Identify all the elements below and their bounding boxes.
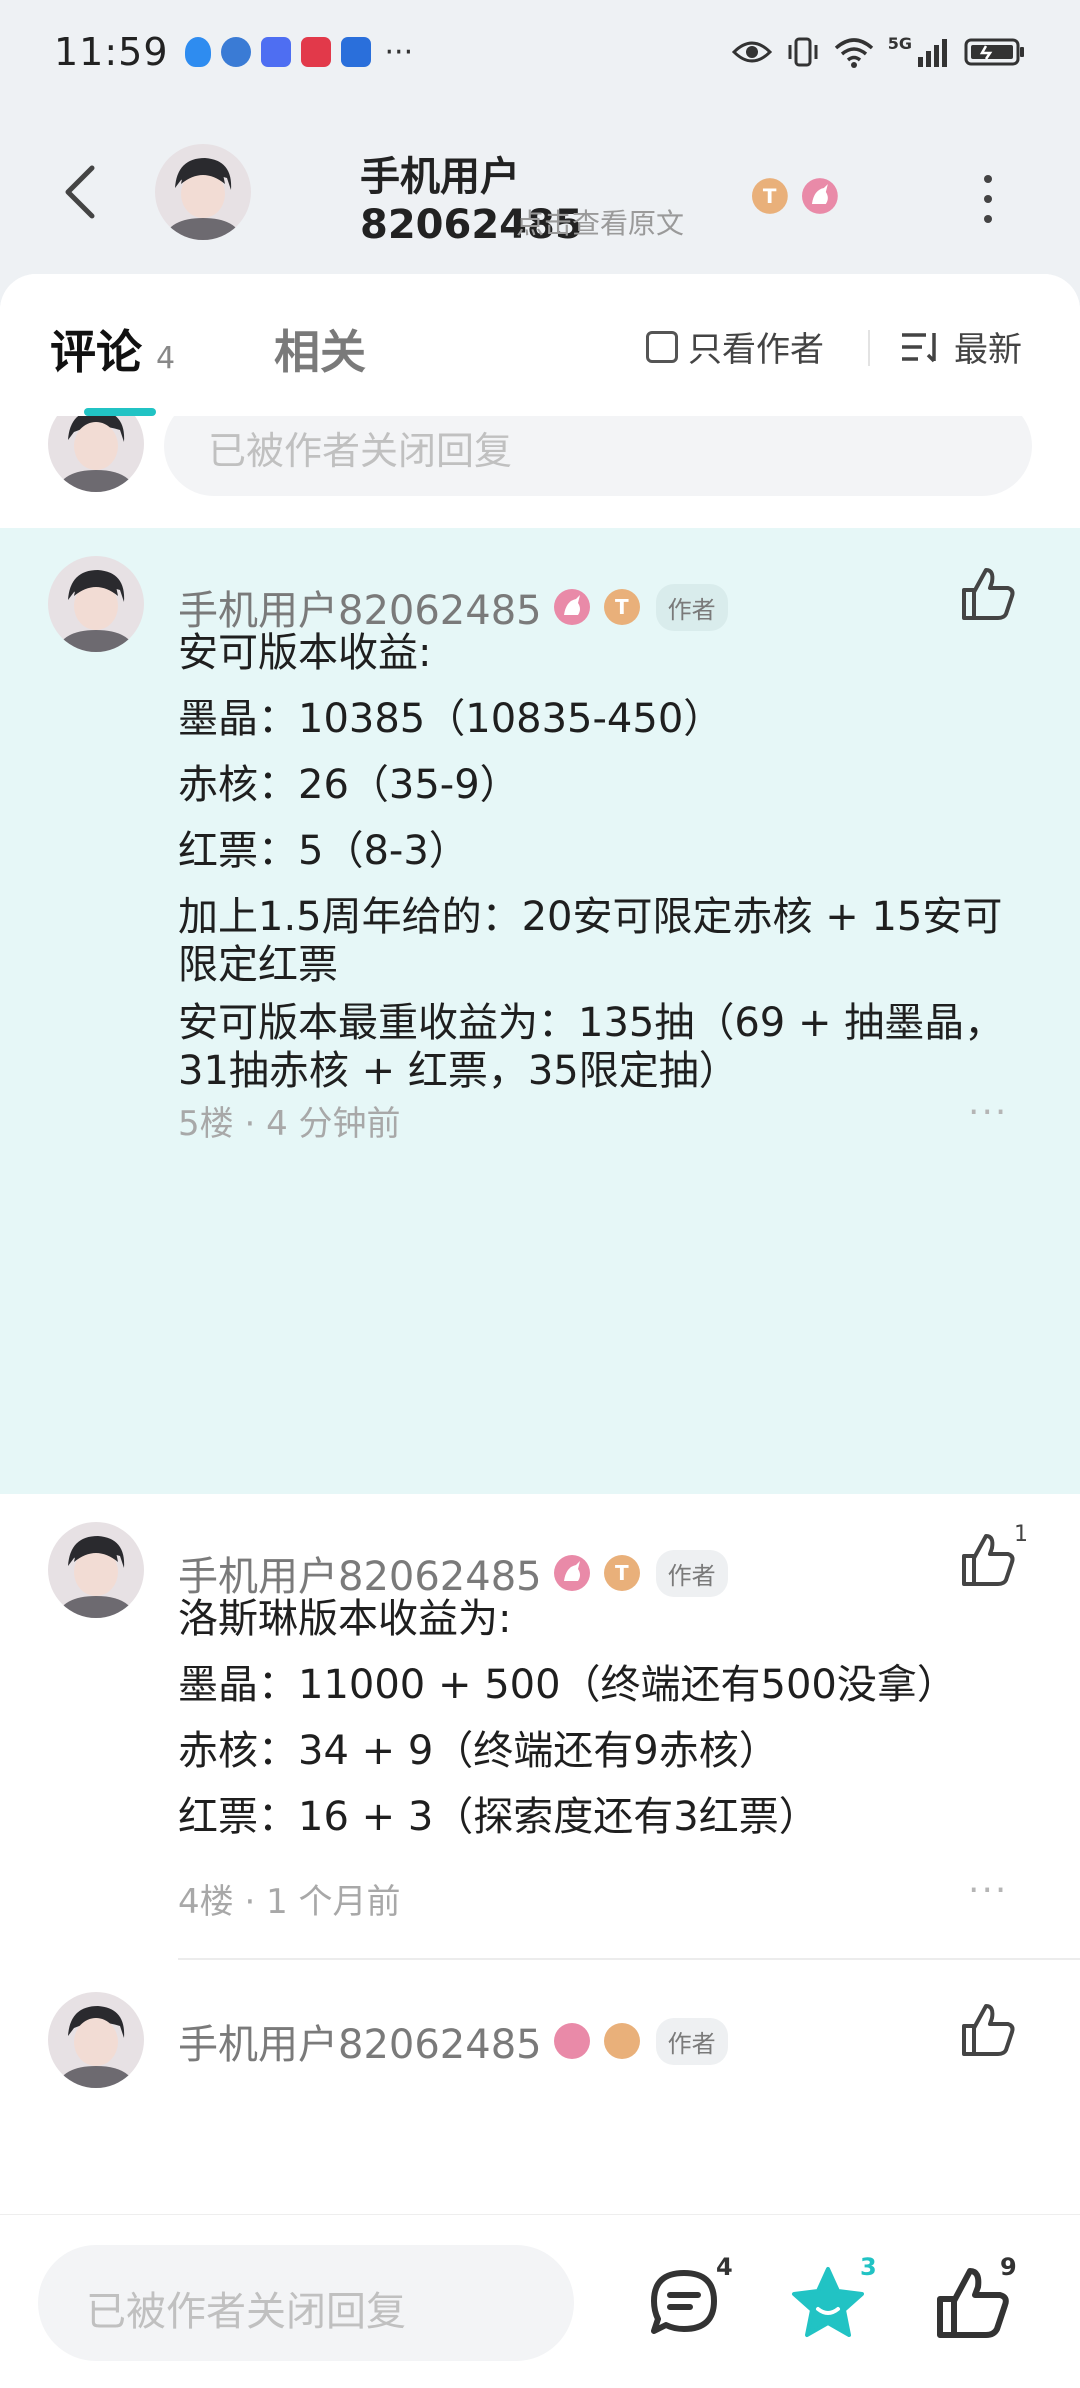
browser-app-icon: [220, 37, 251, 67]
tab-comments[interactable]: 评论 4: [50, 316, 175, 382]
comment-text-line: 安可版本收益:: [178, 630, 432, 676]
vibrate-icon: [788, 37, 818, 67]
education-app-icon: [260, 37, 291, 67]
comment-time: 4 分钟前: [266, 1104, 401, 1144]
like-count: 9: [1000, 2253, 1017, 2281]
comment-time: 1 个月前: [266, 1882, 401, 1922]
shield-app-icon: [184, 37, 211, 67]
comment-text-line: 墨晶：11000 + 500（终端还有500没拿）: [178, 1662, 957, 1708]
more-notifications-icon: ···: [384, 34, 414, 70]
floor-number: 5楼: [178, 1104, 234, 1144]
more-options-button[interactable]: [968, 164, 1008, 234]
floor-number: 4楼: [178, 1882, 234, 1922]
sort-button[interactable]: 最新: [900, 322, 1022, 371]
comment-text-line: 红票：16 + 3（探索度还有3红票）: [178, 1794, 819, 1840]
comment-text-line: 赤核：34 + 9（终端还有9赤核）: [178, 1728, 779, 1774]
level-badge-icon: T: [603, 589, 640, 625]
header-avatar[interactable]: [155, 144, 251, 240]
idea-app-icon: [340, 37, 371, 67]
tab-related[interactable]: 相关: [274, 316, 366, 382]
comment-text-line: 赤核：26（35-9）: [178, 762, 520, 808]
avatar[interactable]: [48, 1522, 144, 1618]
favorite-count: 3: [860, 2253, 877, 2281]
eye-icon: [731, 41, 772, 63]
thumbs-up-icon[interactable]: [958, 564, 1018, 624]
reply-input[interactable]: 已被作者关闭回复: [38, 2245, 574, 2361]
network-type-label: 5G: [887, 33, 912, 53]
divider: [868, 330, 870, 366]
comment-text-line: 31抽赤核 + 红票，35限定抽）: [178, 1048, 739, 1094]
like-count: 1: [1014, 1522, 1028, 1547]
sort-icon: [902, 332, 936, 362]
thumbs-up-icon[interactable]: [958, 1530, 1018, 1590]
author-tag: 作者: [655, 2017, 728, 2065]
checkbox-icon: [646, 330, 678, 363]
comment-item: 手机用户82062485 T 作者 安可版本收益: 墨晶：10385（10835…: [0, 528, 1080, 1494]
comments-sheet: 评论 4 相关 只看作者 最新 已被作者关闭回复 手机用户82062485 T 作…: [0, 274, 1080, 2214]
thumbs-up-icon[interactable]: [958, 2000, 1018, 2060]
divider: [178, 1958, 1080, 1960]
active-tab-indicator: [84, 408, 156, 416]
comment-text-line: 墨晶：10385（10835-450）: [178, 696, 724, 742]
more-dot-icon: [984, 175, 992, 183]
book-app-icon: [300, 37, 331, 67]
comment-meta: 4楼 · 1 个月前: [178, 1882, 401, 1922]
comment-text-line: 洛斯琳版本收益为:: [178, 1596, 512, 1642]
comment-username[interactable]: 手机用户82062485: [178, 2012, 542, 2070]
author-only-toggle[interactable]: 只看作者: [646, 322, 824, 371]
level-badge-icon: T: [603, 1555, 640, 1591]
post-header: 手机用户82062485 T 点击查看原文: [0, 104, 1080, 274]
previous-comment-partial: 已被作者关闭回复: [0, 396, 1080, 528]
chevron-left-icon: [65, 165, 95, 219]
status-time: 11:59: [54, 30, 169, 74]
unicorn-badge-icon: [553, 1555, 590, 1591]
view-original-link[interactable]: 点击查看原文: [360, 202, 840, 242]
comment-text-line: 红票：5（8-3）: [178, 828, 469, 874]
comments-count: 4: [156, 341, 176, 376]
favorite-star-icon[interactable]: [788, 2263, 868, 2343]
comment-more-button[interactable]: ···: [968, 1870, 1008, 1911]
unicorn-badge-icon: [553, 589, 590, 625]
svg-text:T: T: [615, 1561, 629, 1585]
unicorn-badge-icon: [553, 2023, 590, 2059]
author-tag: 作者: [655, 1549, 728, 1597]
wifi-icon: [834, 38, 873, 68]
bottom-action-bar: 已被作者关闭回复 4 3 9: [0, 2214, 1080, 2388]
comment-icon[interactable]: [644, 2263, 724, 2343]
avatar[interactable]: [48, 556, 144, 652]
level-badge-icon: [603, 2023, 640, 2059]
avatar[interactable]: [48, 1992, 144, 2088]
comment-text-line: 限定红票: [178, 942, 338, 988]
comment-meta: 5楼 · 4 分钟前: [178, 1104, 401, 1144]
system-indicators: 5G: [731, 33, 1026, 69]
author-tag: 作者: [655, 583, 728, 631]
comment-item: 手机用户82062485 作者: [0, 1992, 1080, 2214]
signal-icon: [918, 39, 947, 67]
svg-text:T: T: [615, 595, 629, 619]
back-button[interactable]: [48, 152, 112, 232]
comment-count: 4: [716, 2253, 733, 2281]
comment-more-button[interactable]: ···: [968, 1092, 1008, 1133]
status-bar: 11:59 ··· 5G: [0, 0, 1080, 104]
notification-icons: [184, 37, 371, 67]
header-title-block[interactable]: 手机用户82062485 T 点击查看原文: [360, 144, 840, 248]
comment-tabs: 评论 4 相关 只看作者 最新: [0, 274, 1080, 416]
battery-charging-icon: [964, 38, 1024, 66]
